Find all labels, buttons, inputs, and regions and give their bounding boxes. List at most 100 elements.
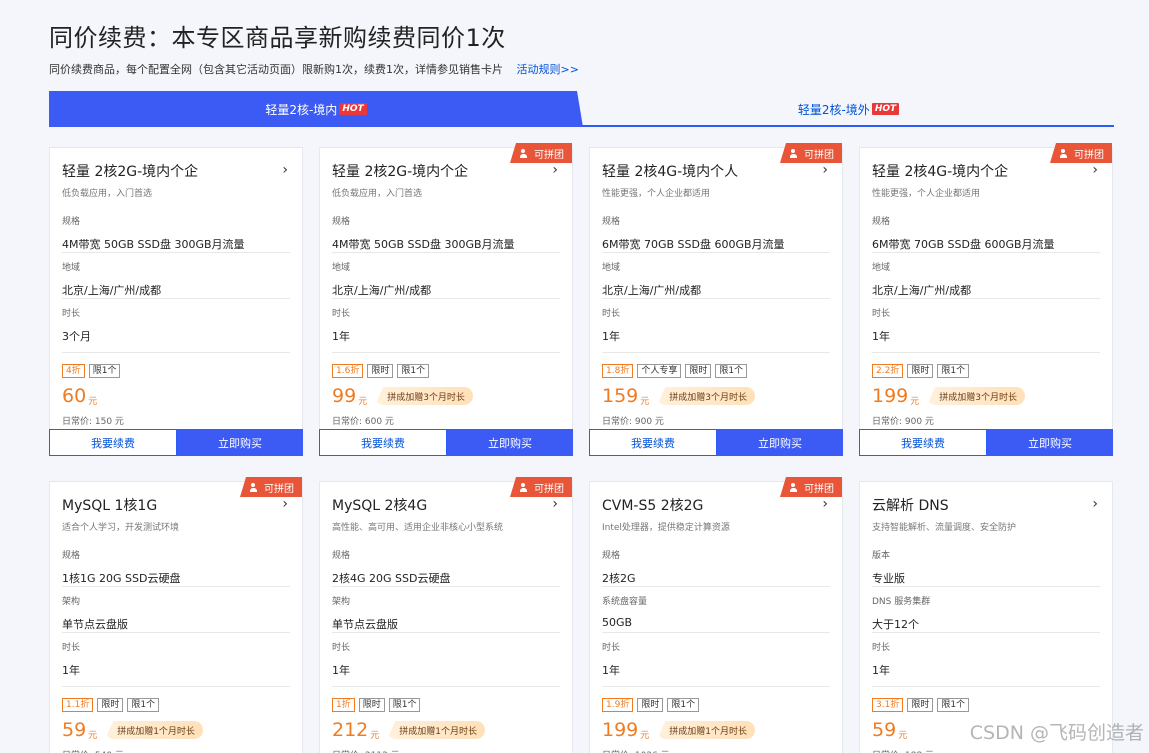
spec-value: 1年 — [872, 330, 890, 343]
product-card: 轻量 2核2G-境内个企 › 低负载应用，入门首选 规格 4M带宽 50GB S… — [49, 147, 303, 456]
spec-label: 规格 — [602, 217, 621, 227]
price: 159 — [602, 385, 639, 407]
buy-button[interactable]: 立即购买 — [987, 429, 1113, 456]
card-actions: 我要续费 立即购买 — [49, 429, 303, 456]
tag-row: 1.8折 个人专享 限时 限1个 — [590, 364, 842, 378]
spec-value: 6M带宽 70GB SSD盘 600GB月流量 — [602, 238, 785, 251]
spec-list: 规格 6M带宽 70GB SSD盘 600GB月流量 地域 北京/上海/广州/成… — [860, 207, 1112, 345]
price-row: 199 元 拼成加赠3个月时长 — [860, 383, 1112, 409]
spec-row: 规格 6M带宽 70GB SSD盘 600GB月流量 — [602, 207, 830, 253]
original-price: 日常价: 900 元 — [872, 417, 934, 427]
divider — [602, 352, 830, 353]
price-unit: 元 — [370, 730, 380, 741]
spec-value: 北京/上海/广州/成都 — [872, 284, 972, 297]
spec-row: 时长 3个月 — [62, 299, 290, 345]
price-unit: 元 — [358, 396, 368, 407]
renew-button[interactable]: 我要续费 — [319, 429, 447, 456]
tab-domestic[interactable]: 轻量2核-境内 HOT — [49, 91, 583, 127]
spec-row: 规格 2核2G — [602, 541, 830, 587]
renew-button[interactable]: 我要续费 — [589, 429, 717, 456]
chevron-right-icon[interactable]: › — [552, 496, 558, 512]
spec-label: 地域 — [602, 263, 621, 273]
spec-row: 架构 单节点云盘版 — [332, 587, 560, 633]
spec-list: 规格 4M带宽 50GB SSD盘 300GB月流量 地域 北京/上海/广州/成… — [50, 207, 302, 345]
tab-overseas[interactable]: 轻量2核-境外 HOT — [583, 91, 1114, 127]
hot-badge: HOT — [339, 103, 367, 115]
limit-tag: 限时 — [97, 698, 124, 712]
chevron-right-icon[interactable]: › — [822, 496, 828, 512]
price-unit: 元 — [898, 730, 908, 741]
product-card: 可拼团 CVM-S5 2核2G › Intel处理器，提供稳定计算资源 规格 2… — [589, 477, 843, 753]
chevron-right-icon[interactable]: › — [282, 496, 288, 512]
card-header[interactable]: 云解析 DNS › 支持智能解析、流量调度、安全防护 — [860, 482, 1112, 533]
discount-tag: 1折 — [332, 698, 355, 712]
price-row: 199 元 拼成加赠1个月时长 — [590, 717, 842, 743]
buy-button[interactable]: 立即购买 — [177, 429, 303, 456]
spec-row: 地域 北京/上海/广州/成都 — [602, 253, 830, 299]
product-name: MySQL 1核1G — [62, 498, 158, 514]
limit-tag: 限时 — [367, 364, 394, 378]
card-header[interactable]: MySQL 1核1G › 适合个人学习，开发测试环境 — [50, 482, 302, 533]
spec-row: 规格 4M带宽 50GB SSD盘 300GB月流量 — [62, 207, 290, 253]
chevron-right-icon[interactable]: › — [552, 162, 558, 178]
spec-label: 架构 — [332, 597, 351, 607]
price: 59 — [872, 719, 897, 741]
spec-row: 规格 1核1G 20G SSD云硬盘 — [62, 541, 290, 587]
tab-label: 轻量2核-境内 — [265, 102, 338, 117]
chevron-right-icon[interactable]: › — [1092, 162, 1098, 178]
discount-tag: 4折 — [62, 364, 85, 378]
spec-value: 北京/上海/广州/成都 — [602, 284, 702, 297]
card-header[interactable]: MySQL 2核4G › 高性能、高可用、适用企业非核心小型系统 — [320, 482, 572, 533]
spec-value: 4M带宽 50GB SSD盘 300GB月流量 — [332, 238, 515, 251]
divider — [332, 352, 560, 353]
buy-button[interactable]: 立即购买 — [447, 429, 573, 456]
spec-row: 时长 1年 — [602, 299, 830, 345]
card-header[interactable]: 轻量 2核4G-境内个人 › 性能更强，个人企业都适用 — [590, 148, 842, 199]
bonus-tag: 拼成加赠1个月时长 — [387, 721, 486, 739]
product-card: 云解析 DNS › 支持智能解析、流量调度、安全防护 版本 专业版 DNS 服务… — [859, 481, 1113, 753]
chevron-right-icon[interactable]: › — [822, 162, 828, 178]
spec-label: 时长 — [332, 309, 351, 319]
card-header[interactable]: 轻量 2核4G-境内个企 › 性能更强，个人企业都适用 — [860, 148, 1112, 199]
spec-label: 时长 — [602, 309, 621, 319]
original-price: 日常价: 900 元 — [602, 417, 664, 427]
page-title: 同价续费：本专区商品享新购续费同价1次 — [49, 24, 506, 52]
bonus-tag: 拼成加赠1个月时长 — [657, 721, 756, 739]
spec-label: 规格 — [332, 217, 351, 227]
card-actions: 我要续费 立即购买 — [859, 429, 1113, 456]
renew-button[interactable]: 我要续费 — [49, 429, 177, 456]
card-header[interactable]: 轻量 2核2G-境内个企 › 低负载应用，入门首选 — [50, 148, 302, 199]
spec-row: 时长 1年 — [332, 299, 560, 345]
product-desc: 高性能、高可用、适用企业非核心小型系统 — [332, 523, 504, 533]
card-header[interactable]: CVM-S5 2核2G › Intel处理器，提供稳定计算资源 — [590, 482, 842, 533]
spec-value: 3个月 — [62, 330, 91, 343]
divider — [872, 352, 1100, 353]
spec-value: 大于12个 — [872, 618, 919, 631]
product-card: 可拼团 轻量 2核4G-境内个人 › 性能更强，个人企业都适用 规格 6M带宽 … — [589, 143, 843, 456]
price-unit: 元 — [88, 730, 98, 741]
product-card: 可拼团 轻量 2核2G-境内个企 › 低负载应用，入门首选 规格 4M带宽 50… — [319, 143, 573, 456]
buy-button[interactable]: 立即购买 — [717, 429, 843, 456]
original-price: 日常价: 150 元 — [62, 417, 124, 427]
spec-value: 单节点云盘版 — [332, 618, 398, 631]
spec-value: 1年 — [602, 664, 620, 677]
price: 59 — [62, 719, 87, 741]
spec-value: 2核2G — [602, 572, 636, 585]
chevron-right-icon[interactable]: › — [1092, 496, 1098, 512]
limit-tag: 个人专享 — [637, 364, 682, 378]
divider — [62, 352, 290, 353]
spec-row: 地域 北京/上海/广州/成都 — [62, 253, 290, 299]
spec-value: 1年 — [62, 664, 80, 677]
product-grid: 轻量 2核2G-境内个企 › 低负载应用，入门首选 规格 4M带宽 50GB S… — [49, 143, 1114, 753]
spec-label: 时长 — [62, 309, 81, 319]
tab-bar: 轻量2核-境内 HOT 轻量2核-境外 HOT — [49, 91, 1114, 127]
rules-link[interactable]: 活动规则>> — [517, 63, 579, 76]
original-price: 日常价: 188 元 — [860, 748, 1112, 753]
renew-button[interactable]: 我要续费 — [859, 429, 987, 456]
spec-list: 规格 2核4G 20G SSD云硬盘 架构 单节点云盘版 时长 1年 — [320, 541, 572, 679]
card-header[interactable]: 轻量 2核2G-境内个企 › 低负载应用，入门首选 — [320, 148, 572, 199]
chevron-right-icon[interactable]: › — [282, 162, 288, 178]
price: 60 — [62, 385, 87, 407]
tag-row: 4折 限1个 — [50, 364, 302, 378]
original-price: 日常价: 600 元 — [332, 417, 394, 427]
